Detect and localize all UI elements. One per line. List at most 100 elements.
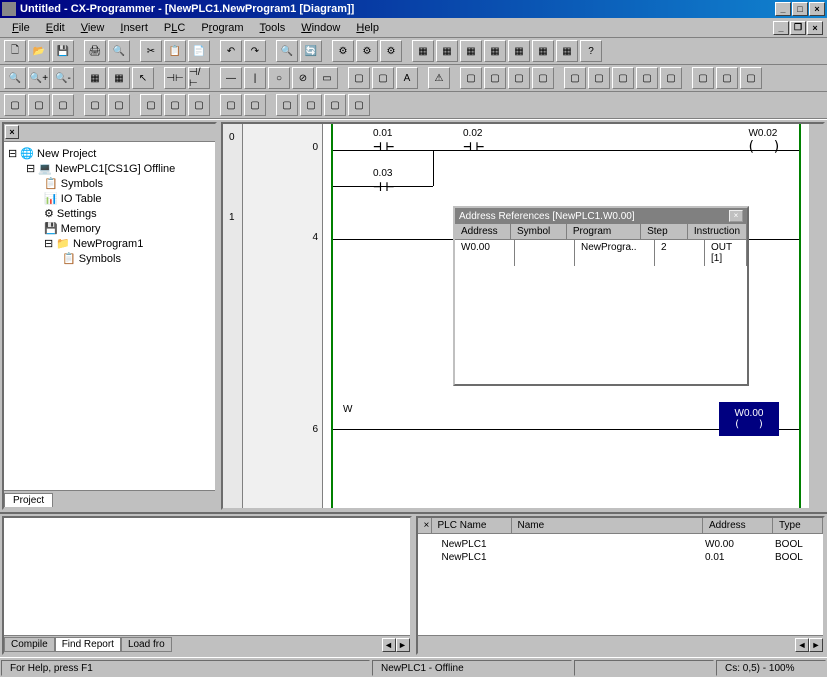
tree-settings[interactable]: ⚙ Settings bbox=[44, 206, 211, 221]
tool-icon[interactable]: ▢ bbox=[740, 67, 762, 89]
tool-icon[interactable]: ⚙ bbox=[380, 40, 402, 62]
tree-symbols[interactable]: 📋 Symbols bbox=[44, 176, 211, 191]
preview-icon[interactable]: 🔍 bbox=[108, 40, 130, 62]
tool-icon[interactable]: ▢ bbox=[348, 94, 370, 116]
menu-plc[interactable]: PLC bbox=[156, 20, 193, 36]
tool-icon[interactable]: ▦ bbox=[436, 40, 458, 62]
contact[interactable]: 0.01 ⊣ ⊢ bbox=[373, 128, 392, 155]
col-instruction[interactable]: Instruction bbox=[688, 224, 747, 239]
tool-icon[interactable]: ▢ bbox=[220, 94, 242, 116]
tab-find-report[interactable]: Find Report bbox=[55, 637, 121, 652]
redo-icon[interactable]: ↷ bbox=[244, 40, 266, 62]
tool-icon[interactable]: ▢ bbox=[244, 94, 266, 116]
menu-tools[interactable]: Tools bbox=[252, 20, 294, 36]
tool-icon[interactable]: ▢ bbox=[188, 94, 210, 116]
popup-row[interactable]: W0.00 NewProgra.. 2 OUT [1] bbox=[455, 240, 747, 266]
popup-close-icon[interactable]: × bbox=[729, 210, 743, 222]
menu-program[interactable]: Program bbox=[193, 20, 251, 36]
vscrollbar[interactable] bbox=[809, 124, 823, 508]
scroll-left-icon[interactable]: ◄ bbox=[382, 638, 396, 652]
col-symbol[interactable]: Symbol bbox=[511, 224, 567, 239]
tree-iotable[interactable]: 📊 IO Table bbox=[44, 191, 211, 206]
tool-icon[interactable]: ⚠ bbox=[428, 67, 450, 89]
tool-icon[interactable]: ▢ bbox=[108, 94, 130, 116]
contact-no-icon[interactable]: ⊣⊢ bbox=[164, 67, 186, 89]
contact-nc-icon[interactable]: ⊣/⊢ bbox=[188, 67, 210, 89]
col-address[interactable]: Address bbox=[455, 224, 511, 239]
col-step[interactable]: Step bbox=[641, 224, 688, 239]
new-icon[interactable]: 🗋 bbox=[4, 40, 26, 62]
menu-view[interactable]: View bbox=[73, 20, 113, 36]
zoom-icon[interactable]: 🔍 bbox=[4, 67, 26, 89]
tool-icon[interactable]: ▢ bbox=[276, 94, 298, 116]
tool-icon[interactable]: ▢ bbox=[508, 67, 530, 89]
tool-icon[interactable]: ▢ bbox=[484, 67, 506, 89]
vline-icon[interactable]: | bbox=[244, 67, 266, 89]
grid-icon[interactable]: ▦ bbox=[108, 67, 130, 89]
print-icon[interactable]: 🖨 bbox=[84, 40, 106, 62]
tree-plc[interactable]: ⊟ 💻 NewPLC1[CS1G] Offline bbox=[26, 161, 211, 176]
tool-icon[interactable]: ▢ bbox=[460, 67, 482, 89]
tool-icon[interactable]: ▢ bbox=[612, 67, 634, 89]
col-program[interactable]: Program bbox=[567, 224, 641, 239]
instruction-icon[interactable]: ▭ bbox=[316, 67, 338, 89]
col-name[interactable]: Name bbox=[512, 518, 704, 533]
tool-icon[interactable]: ▦ bbox=[508, 40, 530, 62]
coil-neg-icon[interactable]: ⊘ bbox=[292, 67, 314, 89]
hline-icon[interactable]: — bbox=[220, 67, 242, 89]
output-body[interactable] bbox=[4, 518, 410, 635]
text-icon[interactable]: A bbox=[396, 67, 418, 89]
cut-icon[interactable]: ✂ bbox=[140, 40, 162, 62]
menu-help[interactable]: Help bbox=[348, 20, 387, 36]
tool-icon[interactable]: ▦ bbox=[556, 40, 578, 62]
col-address[interactable]: Address bbox=[703, 518, 773, 533]
copy-icon[interactable]: 📋 bbox=[164, 40, 186, 62]
tool-icon[interactable]: ▢ bbox=[4, 94, 26, 116]
col-type[interactable]: Type bbox=[773, 518, 823, 533]
replace-icon[interactable]: 🔄 bbox=[300, 40, 322, 62]
tool-icon[interactable]: ▢ bbox=[716, 67, 738, 89]
tree-close-icon[interactable]: × bbox=[5, 125, 19, 139]
find-icon[interactable]: 🔍 bbox=[276, 40, 298, 62]
tool-icon[interactable]: ▢ bbox=[348, 67, 370, 89]
menu-insert[interactable]: Insert bbox=[112, 20, 156, 36]
tool-icon[interactable]: ▢ bbox=[164, 94, 186, 116]
mdi-close-button[interactable]: × bbox=[807, 21, 823, 35]
tool-icon[interactable]: ▢ bbox=[692, 67, 714, 89]
ladder-body[interactable]: 0.01 ⊣ ⊢ 0.02 ⊣ ⊢ W0.02 ( ) 0.03 ⊣ ⊢ bbox=[323, 124, 809, 508]
tab-compile[interactable]: Compile bbox=[4, 637, 55, 652]
watch-close-icon[interactable]: × bbox=[418, 518, 432, 533]
tool-icon[interactable]: ▢ bbox=[300, 94, 322, 116]
menu-window[interactable]: Window bbox=[293, 20, 348, 36]
save-icon[interactable]: 💾 bbox=[52, 40, 74, 62]
menu-file[interactable]: File bbox=[4, 20, 38, 36]
tool-icon[interactable]: ⚙ bbox=[332, 40, 354, 62]
tree-prog-symbols[interactable]: 📋 Symbols bbox=[62, 251, 211, 266]
tool-icon[interactable]: ▦ bbox=[412, 40, 434, 62]
tool-icon[interactable]: ▢ bbox=[52, 94, 74, 116]
scroll-right-icon[interactable]: ► bbox=[396, 638, 410, 652]
mdi-restore-button[interactable]: ❐ bbox=[790, 21, 806, 35]
col-plcname[interactable]: PLC Name bbox=[432, 518, 512, 533]
tool-icon[interactable]: ▢ bbox=[532, 67, 554, 89]
zoomout-icon[interactable]: 🔍- bbox=[52, 67, 74, 89]
coil[interactable]: W0.02 ( ) bbox=[747, 128, 779, 155]
tab-load[interactable]: Load fro bbox=[121, 637, 172, 652]
mdi-minimize-button[interactable]: _ bbox=[773, 21, 789, 35]
tool-icon[interactable]: ▢ bbox=[636, 67, 658, 89]
tool-icon[interactable]: ▢ bbox=[140, 94, 162, 116]
tool-icon[interactable]: ▢ bbox=[84, 94, 106, 116]
popup-titlebar[interactable]: Address References [NewPLC1.W0.00] × bbox=[455, 208, 747, 224]
tool-icon[interactable]: ▦ bbox=[484, 40, 506, 62]
watch-row[interactable]: NewPLC1 W0.00 BOOL bbox=[422, 538, 820, 551]
maximize-button[interactable]: □ bbox=[792, 2, 808, 16]
minimize-button[interactable]: _ bbox=[775, 2, 791, 16]
paste-icon[interactable]: 📄 bbox=[188, 40, 210, 62]
scroll-right-icon[interactable]: ► bbox=[809, 638, 823, 652]
zoomin-icon[interactable]: 🔍+ bbox=[28, 67, 50, 89]
tree-content[interactable]: ⊟ 🌐 New Project ⊟ 💻 NewPLC1[CS1G] Offlin… bbox=[4, 142, 215, 490]
watch-row[interactable]: NewPLC1 0.01 BOOL bbox=[422, 551, 820, 564]
contact[interactable]: 0.03 ⊣ ⊢ bbox=[373, 168, 392, 195]
tool-icon[interactable]: ▦ bbox=[532, 40, 554, 62]
popup-body[interactable]: W0.00 NewProgra.. 2 OUT [1] bbox=[455, 240, 747, 384]
